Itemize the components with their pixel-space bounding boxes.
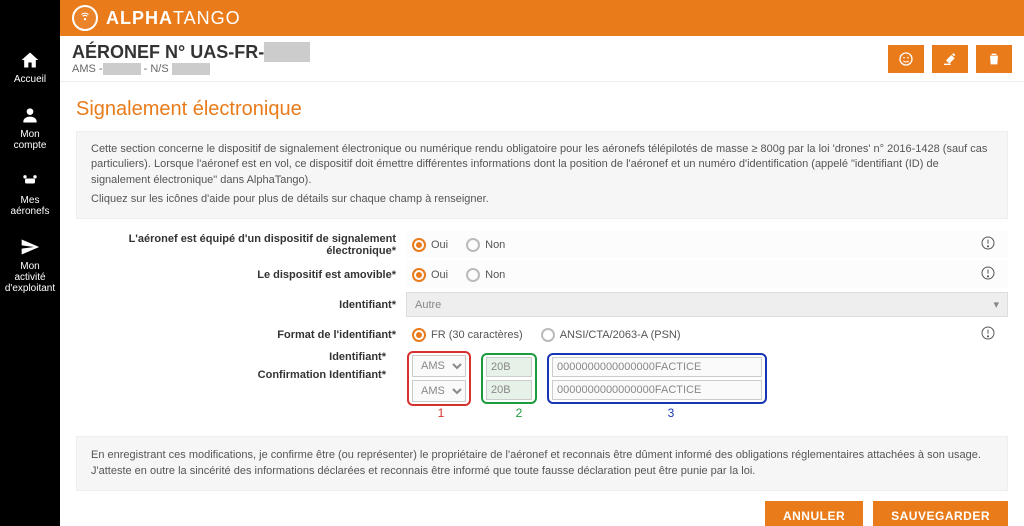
- main: ALPHATANGO AÉRONEF N° UAS-FR-xxx AMS -xx…: [60, 0, 1024, 526]
- header-face-button[interactable]: [888, 45, 924, 73]
- id-column-numbers: 123: [410, 406, 776, 420]
- confirm-line-1: En enregistrant ces modifications, je co…: [91, 447, 993, 464]
- sidebar-item-mes-aeronefs[interactable]: Mes aéronefs: [0, 161, 60, 227]
- header-gavel-button[interactable]: [932, 45, 968, 73]
- sidebar-item-mon-compte[interactable]: Mon compte: [0, 95, 60, 161]
- info-text-2: Cliquez sur les icônes d'aide pour plus …: [91, 192, 993, 207]
- header-actions: [888, 45, 1012, 73]
- label-confirm-identifiant: Confirmation Identifiant*: [258, 369, 396, 381]
- page-subtitle: AMS -xxxx - N/S xxxx: [72, 63, 310, 75]
- save-button[interactable]: SAUVEGARDER: [873, 501, 1008, 526]
- id-serial-input-2[interactable]: [552, 380, 762, 400]
- trash-icon: [986, 51, 1002, 67]
- id-trigram-select-1[interactable]: AMS: [412, 355, 466, 377]
- footer-actions: ANNULER SAUVEGARDER: [76, 491, 1008, 526]
- page-title: AÉRONEF N° UAS-FR-xxx: [72, 42, 310, 63]
- cancel-button[interactable]: ANNULER: [765, 501, 863, 526]
- info-text-1: Cette section concerne le dispositif de …: [91, 142, 993, 188]
- person-icon: [20, 105, 40, 125]
- confirm-box: En enregistrant ces modifications, je co…: [76, 436, 1008, 491]
- sidebar-item-label: Mon compte: [4, 129, 56, 151]
- radio-removable-no[interactable]: Non: [466, 268, 505, 282]
- section-title: Signalement électronique: [76, 98, 1008, 121]
- help-equipped[interactable]: [980, 235, 996, 254]
- drone-icon: [20, 171, 40, 191]
- sidebar: Accueil Mon compte Mes aéronefs Mon acti…: [0, 0, 60, 526]
- radio-format-fr[interactable]: FR (30 caractères): [412, 328, 523, 342]
- form: L'aéronef est équipé d'un dispositif de …: [76, 231, 1008, 424]
- brand-text: ALPHATANGO: [106, 8, 241, 29]
- sidebar-item-mon-activite[interactable]: Mon activité d'exploitant: [0, 227, 60, 304]
- radio-removable-yes[interactable]: Oui: [412, 268, 448, 282]
- id-trigram-select-2[interactable]: AMS: [412, 380, 466, 402]
- gavel-icon: [942, 51, 958, 67]
- help-removable[interactable]: [980, 265, 996, 284]
- identifiant-select-value: Autre: [415, 299, 441, 311]
- section-info: Cette section concerne le dispositif de …: [76, 131, 1008, 219]
- sidebar-item-label: Mes aéronefs: [4, 195, 56, 217]
- face-icon: [898, 51, 914, 67]
- brand-icon: [72, 5, 98, 31]
- header-delete-button[interactable]: [976, 45, 1012, 73]
- help-format[interactable]: [980, 325, 996, 344]
- sidebar-item-label: Accueil: [14, 74, 46, 85]
- id-model-input-2[interactable]: [486, 380, 532, 400]
- label-identifiant-parts: Identifiant*: [329, 351, 396, 363]
- label-format: Format de l'identifiant*: [76, 329, 406, 341]
- identifiant-select[interactable]: Autre ▾: [406, 292, 1008, 317]
- page-header: AÉRONEF N° UAS-FR-xxx AMS -xxxx - N/S xx…: [60, 36, 1024, 82]
- content: Signalement électronique Cette section c…: [60, 82, 1024, 526]
- chevron-down-icon: ▾: [993, 298, 999, 311]
- send-icon: [20, 237, 40, 257]
- sidebar-item-label: Mon activité d'exploitant: [4, 261, 56, 294]
- id-model-input-1[interactable]: [486, 357, 532, 377]
- home-icon: [20, 50, 40, 70]
- label-identifiant: Identifiant*: [76, 299, 406, 311]
- radio-equipped-yes[interactable]: Oui: [412, 238, 448, 252]
- label-removable: Le dispositif est amovible*: [76, 269, 406, 281]
- label-equipped: L'aéronef est équipé d'un dispositif de …: [76, 233, 406, 257]
- confirm-line-2: J'atteste en outre la sincérité des info…: [91, 463, 993, 480]
- sidebar-item-accueil[interactable]: Accueil: [0, 40, 60, 95]
- radio-format-ansi[interactable]: ANSI/CTA/2063-A (PSN): [541, 328, 681, 342]
- brand-bar: ALPHATANGO: [60, 0, 1024, 36]
- radio-equipped-no[interactable]: Non: [466, 238, 505, 252]
- id-serial-input-1[interactable]: [552, 357, 762, 377]
